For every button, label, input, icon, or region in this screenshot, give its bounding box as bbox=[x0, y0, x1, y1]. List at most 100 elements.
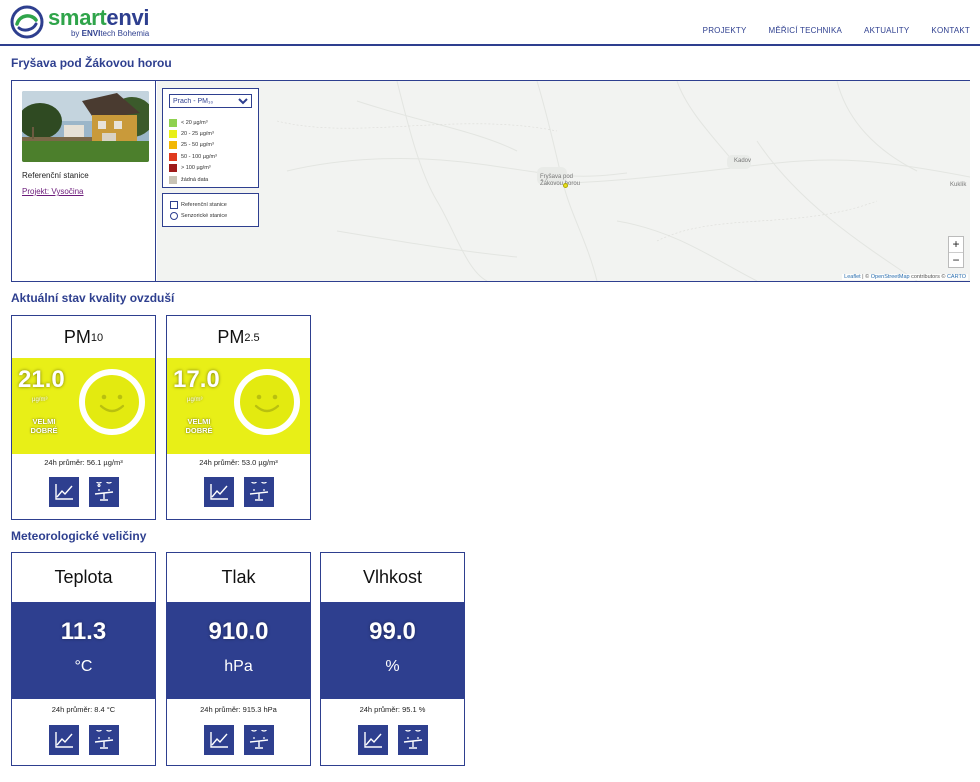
line-chart-icon bbox=[209, 732, 228, 748]
pm10-compare-button[interactable] bbox=[88, 477, 119, 507]
legend-swatch bbox=[169, 175, 177, 184]
pm10-unit: µg/m³ bbox=[32, 397, 48, 403]
legend-swatch bbox=[169, 130, 177, 139]
station-type: Referenční stanice bbox=[22, 171, 89, 180]
temperature-title: Teplota bbox=[54, 567, 113, 587]
temperature-chart-button[interactable] bbox=[48, 725, 79, 755]
nav-merici-technika[interactable]: MĚŘICÍ TECHNIKA bbox=[769, 26, 843, 35]
pressure-avg: 24h průměr: 915.3 hPa bbox=[200, 705, 277, 714]
line-chart-icon bbox=[54, 732, 73, 748]
smiley-face-icon bbox=[234, 369, 300, 435]
pm10-status-panel: 21.0 µg/m³ VELMI DOBRÉ bbox=[12, 358, 155, 454]
legend-swatch bbox=[169, 141, 177, 150]
project-link[interactable]: Projekt: Vysočina bbox=[22, 187, 84, 196]
map-legend: Prach - PM₁₀ < 20 µg/m³ 20 - 25 µg/m³ 25 -… bbox=[162, 88, 259, 188]
meteo-heading: Meteorologické veličiny bbox=[11, 529, 147, 543]
legend-list: < 20 µg/m³ 20 - 25 µg/m³ 25 - 50 µg/m³ 50 -… bbox=[169, 117, 217, 185]
humidity-chart-button[interactable] bbox=[357, 725, 388, 755]
legend-item: 50 - 100 µg/m³ bbox=[169, 151, 217, 162]
zoom-in-button[interactable]: + bbox=[949, 237, 963, 252]
line-chart-icon bbox=[209, 484, 228, 500]
line-chart-icon bbox=[54, 484, 73, 500]
chevron-down-icon bbox=[238, 98, 248, 105]
pm10-chart-button[interactable] bbox=[48, 477, 79, 507]
map-attribution: Leaflet | © OpenStreetMap contributors ©… bbox=[842, 274, 968, 280]
compare-stations-icon bbox=[249, 482, 268, 501]
legend-swatch bbox=[169, 118, 177, 127]
logo-swirl-icon bbox=[10, 5, 44, 39]
humidity-compare-button[interactable] bbox=[397, 725, 428, 755]
pm10-title: PM 10 bbox=[63, 326, 104, 347]
legend-label: 50 - 100 µg/m³ bbox=[181, 153, 217, 160]
smartenvi-logo[interactable]: smartenvi by ENVItech Bohemia bbox=[10, 4, 150, 40]
pressure-value: 910.0 bbox=[208, 618, 269, 645]
pm10-card: PM 10 21.0 µg/m³ VELMI DOBRÉ 24h průměr: 5… bbox=[11, 315, 156, 520]
pressure-card: Tlak 910.0 hPa 24h průměr: 915.3 hPa bbox=[166, 552, 311, 766]
pm10-value: 21.0 bbox=[18, 366, 65, 393]
pm25-chart-button[interactable] bbox=[203, 477, 234, 507]
zoom-out-button[interactable]: − bbox=[949, 252, 963, 267]
map-label-kadov: Kadov bbox=[734, 158, 752, 164]
legend-swatch bbox=[169, 152, 177, 161]
site-header: smartenvi by ENVItech Bohemia PROJEKTY M… bbox=[0, 0, 980, 46]
legend-label: 25 - 50 µg/m³ bbox=[181, 142, 214, 149]
legend-label: 20 - 25 µg/m³ bbox=[181, 131, 214, 138]
humidity-value: 99.0 bbox=[369, 618, 416, 645]
humidity-card: Vlhkost 99.0 % 24h průměr: 95.1 % bbox=[320, 552, 465, 766]
compare-stations-icon bbox=[94, 730, 113, 749]
pm25-status: VELMI DOBRÉ bbox=[185, 417, 213, 435]
legend-item: žádná data bbox=[169, 174, 217, 185]
legend-item: 20 - 25 µg/m³ bbox=[169, 128, 217, 139]
legend-label: žádná data bbox=[181, 176, 209, 183]
compare-stations-icon bbox=[249, 730, 268, 749]
map-view[interactable]: Prach - PM₁₀ < 20 µg/m³ 20 - 25 µg/m³ 25 -… bbox=[157, 81, 970, 281]
station-info: Referenční stanice Projekt: Vysočina bbox=[12, 81, 156, 281]
humidity-title: Vlhkost bbox=[362, 567, 423, 587]
nav-projekty[interactable]: PROJEKTY bbox=[703, 26, 747, 35]
temperature-value: 11.3 bbox=[60, 618, 107, 645]
temperature-card: Teplota 11.3 °C 24h průměr: 8.4 °C bbox=[11, 552, 156, 766]
legend-label: > 100 µg/m³ bbox=[181, 165, 211, 172]
osm-link[interactable]: OpenStreetMap bbox=[871, 274, 910, 280]
pm25-unit: µg/m³ bbox=[187, 397, 203, 403]
temperature-compare-button[interactable] bbox=[88, 725, 119, 755]
logo-wordmark: smartenvi bbox=[48, 4, 150, 30]
pm25-title: PM 2.5 bbox=[217, 326, 260, 347]
radio[interactable] bbox=[170, 212, 178, 220]
line-chart-icon bbox=[363, 732, 382, 748]
filter-sensor[interactable]: Senzorické stanice bbox=[170, 212, 227, 220]
station-panel: Referenční stanice Projekt: Vysočina Pra… bbox=[11, 80, 970, 282]
station-type-filter: Referenční stanice Senzorické stanice bbox=[162, 193, 259, 227]
humidity-avg: 24h průměr: 95.1 % bbox=[359, 705, 426, 714]
map-label-frysava: Fryšava pod Žákovou horou bbox=[540, 174, 581, 187]
pm25-status-panel: 17.0 µg/m³ VELMI DOBRÉ bbox=[167, 358, 310, 454]
compare-stations-icon bbox=[94, 482, 113, 501]
carto-link[interactable]: CARTO bbox=[947, 274, 966, 280]
station-marker[interactable] bbox=[563, 183, 568, 188]
pressure-compare-button[interactable] bbox=[243, 725, 274, 755]
checkbox[interactable] bbox=[170, 201, 178, 209]
temperature-panel: 11.3 °C bbox=[12, 602, 155, 699]
pm25-compare-button[interactable] bbox=[243, 477, 274, 507]
legend-item: 25 - 50 µg/m³ bbox=[169, 140, 217, 151]
compare-stations-icon bbox=[403, 730, 422, 749]
pm25-avg: 24h průměr: 53.0 µg/m³ bbox=[199, 458, 278, 467]
pm10-avg: 24h průměr: 56.1 µg/m³ bbox=[44, 458, 123, 467]
air-quality-heading: Aktuální stav kvality ovzduší bbox=[11, 291, 175, 305]
humidity-unit: % bbox=[385, 658, 400, 675]
legend-swatch bbox=[169, 164, 177, 173]
pressure-unit: hPa bbox=[224, 658, 253, 675]
legend-label: < 20 µg/m³ bbox=[181, 119, 208, 126]
pressure-panel: 910.0 hPa bbox=[167, 602, 310, 699]
station-photo bbox=[22, 91, 149, 162]
pm25-card: PM 2.5 17.0 µg/m³ VELMI DOBRÉ 24h průměr: … bbox=[166, 315, 311, 520]
legend-item: < 20 µg/m³ bbox=[169, 117, 217, 128]
humidity-panel: 99.0 % bbox=[321, 602, 464, 699]
leaflet-link[interactable]: Leaflet bbox=[844, 274, 861, 280]
filter-reference[interactable]: Referenční stanice bbox=[170, 201, 227, 209]
station-title: Fryšava pod Žákovou horou bbox=[11, 56, 172, 70]
nav-kontakt[interactable]: KONTAKT bbox=[931, 26, 970, 35]
map-label-kuklik: Kuklík bbox=[950, 182, 967, 188]
pressure-chart-button[interactable] bbox=[203, 725, 234, 755]
nav-aktuality[interactable]: AKTUALITY bbox=[864, 26, 909, 35]
